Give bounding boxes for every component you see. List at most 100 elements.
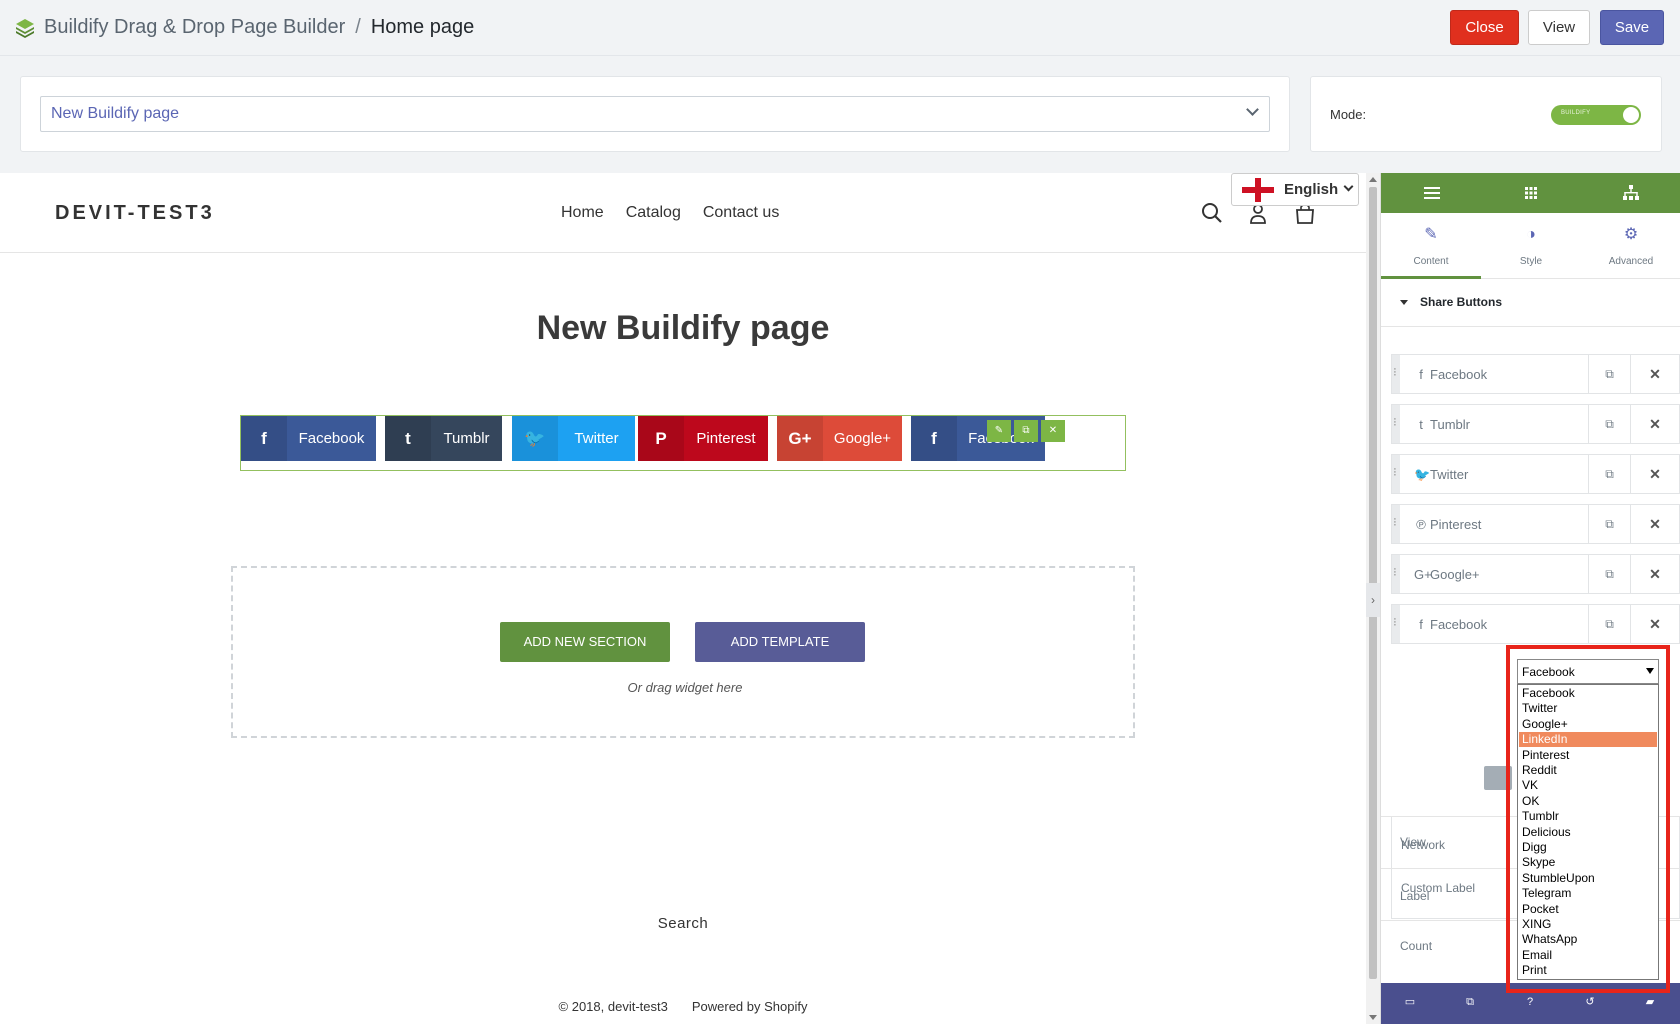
scroll-up-arrow-icon[interactable] bbox=[1369, 177, 1377, 182]
mode-label: Mode: bbox=[1330, 107, 1367, 122]
count-label: Count bbox=[1400, 939, 1433, 953]
share-button-google[interactable]: G+ Google+ bbox=[777, 416, 902, 461]
share-button-label: Facebook bbox=[298, 430, 365, 447]
nav-link-contact[interactable]: Contact us bbox=[703, 204, 779, 221]
repeater-item[interactable]: f Facebook ⧉✕ bbox=[1391, 604, 1680, 644]
network-icon: 🐦 bbox=[1414, 467, 1431, 482]
collapse-panel-toggle[interactable]: › bbox=[1366, 583, 1380, 617]
save-button[interactable]: Save bbox=[1600, 10, 1664, 45]
desktop-preview-icon[interactable]: ▭ bbox=[1403, 995, 1417, 1009]
facebook-icon: f bbox=[911, 416, 957, 461]
duplicate-widget-icon[interactable]: ⧉ bbox=[1014, 420, 1038, 442]
duplicate-icon[interactable]: ⧉ bbox=[1588, 605, 1630, 643]
pencil-icon: ✎ bbox=[1424, 226, 1438, 243]
page-select-panel: New Buildify page bbox=[20, 76, 1290, 152]
breadcrumb: Buildify Drag & Drop Page Builder / Home p… bbox=[44, 16, 474, 39]
duplicate-icon[interactable]: ⧉ bbox=[1588, 355, 1630, 393]
tab-style-label: Style bbox=[1519, 256, 1543, 267]
widget-drop-area[interactable]: ADD NEW SECTION ADD TEMPLATE Or drag wid… bbox=[231, 566, 1135, 738]
drag-handle-icon[interactable] bbox=[1392, 555, 1400, 593]
repeater-item-label: Facebook bbox=[1430, 367, 1488, 382]
contrast-icon: ◑ bbox=[1526, 226, 1536, 243]
repeater-item[interactable]: f Facebook ⧉✕ bbox=[1391, 354, 1680, 394]
language-selector[interactable]: English bbox=[1231, 173, 1359, 206]
remove-icon[interactable]: ✕ bbox=[1630, 405, 1679, 443]
share-button-label: Google+ bbox=[833, 430, 892, 447]
tab-content[interactable]: ✎ Content bbox=[1381, 213, 1481, 279]
delete-widget-icon[interactable]: ✕ bbox=[1041, 420, 1065, 442]
duplicate-icon[interactable]: ⧉ bbox=[1588, 555, 1630, 593]
duplicate-icon[interactable]: ⧉ bbox=[1588, 505, 1630, 543]
remove-icon[interactable]: ✕ bbox=[1630, 555, 1679, 593]
page-title: New Buildify page bbox=[536, 309, 830, 347]
network-icon: f bbox=[1419, 367, 1423, 382]
repeater-item-label: Google+ bbox=[1430, 567, 1480, 582]
share-button-pinterest[interactable]: P Pinterest bbox=[638, 416, 768, 461]
folder-icon[interactable]: ▰ bbox=[1643, 995, 1657, 1009]
drag-handle-icon[interactable] bbox=[1392, 405, 1400, 443]
chevron-down-icon bbox=[1343, 181, 1354, 192]
network-icon: ℗ bbox=[1416, 517, 1426, 532]
buildify-logo-icon bbox=[16, 19, 34, 38]
drag-handle-icon[interactable] bbox=[1392, 355, 1400, 393]
close-button[interactable]: Close bbox=[1450, 10, 1519, 45]
drag-handle-icon[interactable] bbox=[1392, 605, 1400, 643]
remove-icon[interactable]: ✕ bbox=[1630, 605, 1679, 643]
share-button-label: Twitter bbox=[574, 430, 619, 447]
repeater-item[interactable]: t Tumblr ⧉✕ bbox=[1391, 404, 1680, 444]
view-label: View bbox=[1400, 835, 1426, 849]
history-icon[interactable]: ↺ bbox=[1583, 995, 1597, 1009]
footer-copyright: © 2018, devit-test3 Powered by Shopify bbox=[0, 999, 1366, 1014]
tab-style[interactable]: ◑ Style bbox=[1481, 213, 1581, 279]
share-buttons-widget[interactable]: f Facebook t Tumblr 🐦 Twitter P Pinterest G+ Goog… bbox=[240, 415, 1126, 471]
mode-toggle[interactable]: BUILDIFY bbox=[1551, 105, 1641, 125]
responsive-icon[interactable]: ⧉ bbox=[1463, 995, 1477, 1009]
network-icon: f bbox=[1419, 617, 1423, 632]
repeater-item[interactable]: ℗ Pinterest ⧉✕ bbox=[1391, 504, 1680, 544]
store-logo[interactable]: DEVIT-TEST3 bbox=[55, 202, 215, 225]
top-bar: Buildify Drag & Drop Page Builder / Home p… bbox=[0, 0, 1680, 56]
duplicate-icon[interactable]: ⧉ bbox=[1588, 405, 1630, 443]
repeater-item-label: Pinterest bbox=[1430, 517, 1482, 532]
add-template-button[interactable]: ADD TEMPLATE bbox=[695, 622, 865, 662]
copyright-text: © 2018, devit-test3 bbox=[558, 999, 668, 1014]
twitter-icon: 🐦 bbox=[512, 416, 558, 461]
share-button-label: Tumblr bbox=[443, 430, 490, 447]
view-button[interactable]: View bbox=[1528, 10, 1590, 45]
share-button-tumblr[interactable]: t Tumblr bbox=[385, 416, 502, 461]
footer-search-link[interactable]: Search bbox=[0, 915, 1366, 932]
powered-by-link[interactable]: Powered by Shopify bbox=[692, 999, 808, 1014]
sidebar-top-bar bbox=[1381, 173, 1680, 213]
language-label: English bbox=[1284, 181, 1339, 198]
edit-widget-icon[interactable]: ✎ bbox=[987, 420, 1011, 442]
help-icon[interactable]: ? bbox=[1523, 995, 1537, 1009]
tab-advanced[interactable]: ⚙ Advanced bbox=[1581, 213, 1680, 279]
network-icon: G+ bbox=[1414, 567, 1432, 582]
share-buttons-section-header[interactable]: Share Buttons bbox=[1381, 279, 1680, 327]
scroll-down-arrow-icon[interactable] bbox=[1369, 1015, 1377, 1020]
england-flag-icon bbox=[1242, 178, 1274, 202]
page-select-value: New Buildify page bbox=[51, 105, 180, 122]
repeater-item[interactable]: 🐦Twitter ⧉✕ bbox=[1391, 454, 1680, 494]
share-button-facebook[interactable]: f Facebook bbox=[241, 416, 376, 461]
nav-link-catalog[interactable]: Catalog bbox=[626, 204, 681, 221]
drag-handle-icon[interactable] bbox=[1392, 505, 1400, 543]
share-button-twitter[interactable]: 🐦 Twitter bbox=[512, 416, 635, 461]
breadcrumb-separator: / bbox=[355, 16, 361, 38]
search-icon[interactable] bbox=[1201, 201, 1223, 225]
section-title: Share Buttons bbox=[1420, 295, 1503, 309]
footer-search-label[interactable]: Search bbox=[658, 915, 709, 932]
remove-icon[interactable]: ✕ bbox=[1630, 505, 1679, 543]
remove-icon[interactable]: ✕ bbox=[1630, 455, 1679, 493]
menu-icon[interactable] bbox=[1422, 183, 1442, 203]
page-select-dropdown[interactable]: New Buildify page bbox=[40, 96, 1270, 132]
nav-link-home[interactable]: Home bbox=[561, 204, 604, 221]
highlight-annotation-frame bbox=[1506, 645, 1670, 993]
remove-icon[interactable]: ✕ bbox=[1630, 355, 1679, 393]
navigator-sitemap-icon[interactable] bbox=[1621, 183, 1641, 203]
widgets-grid-icon[interactable] bbox=[1521, 183, 1541, 203]
drag-handle-icon[interactable] bbox=[1392, 455, 1400, 493]
repeater-item[interactable]: G+Google+ ⧉✕ bbox=[1391, 554, 1680, 594]
add-new-section-button[interactable]: ADD NEW SECTION bbox=[500, 622, 670, 662]
duplicate-icon[interactable]: ⧉ bbox=[1588, 455, 1630, 493]
